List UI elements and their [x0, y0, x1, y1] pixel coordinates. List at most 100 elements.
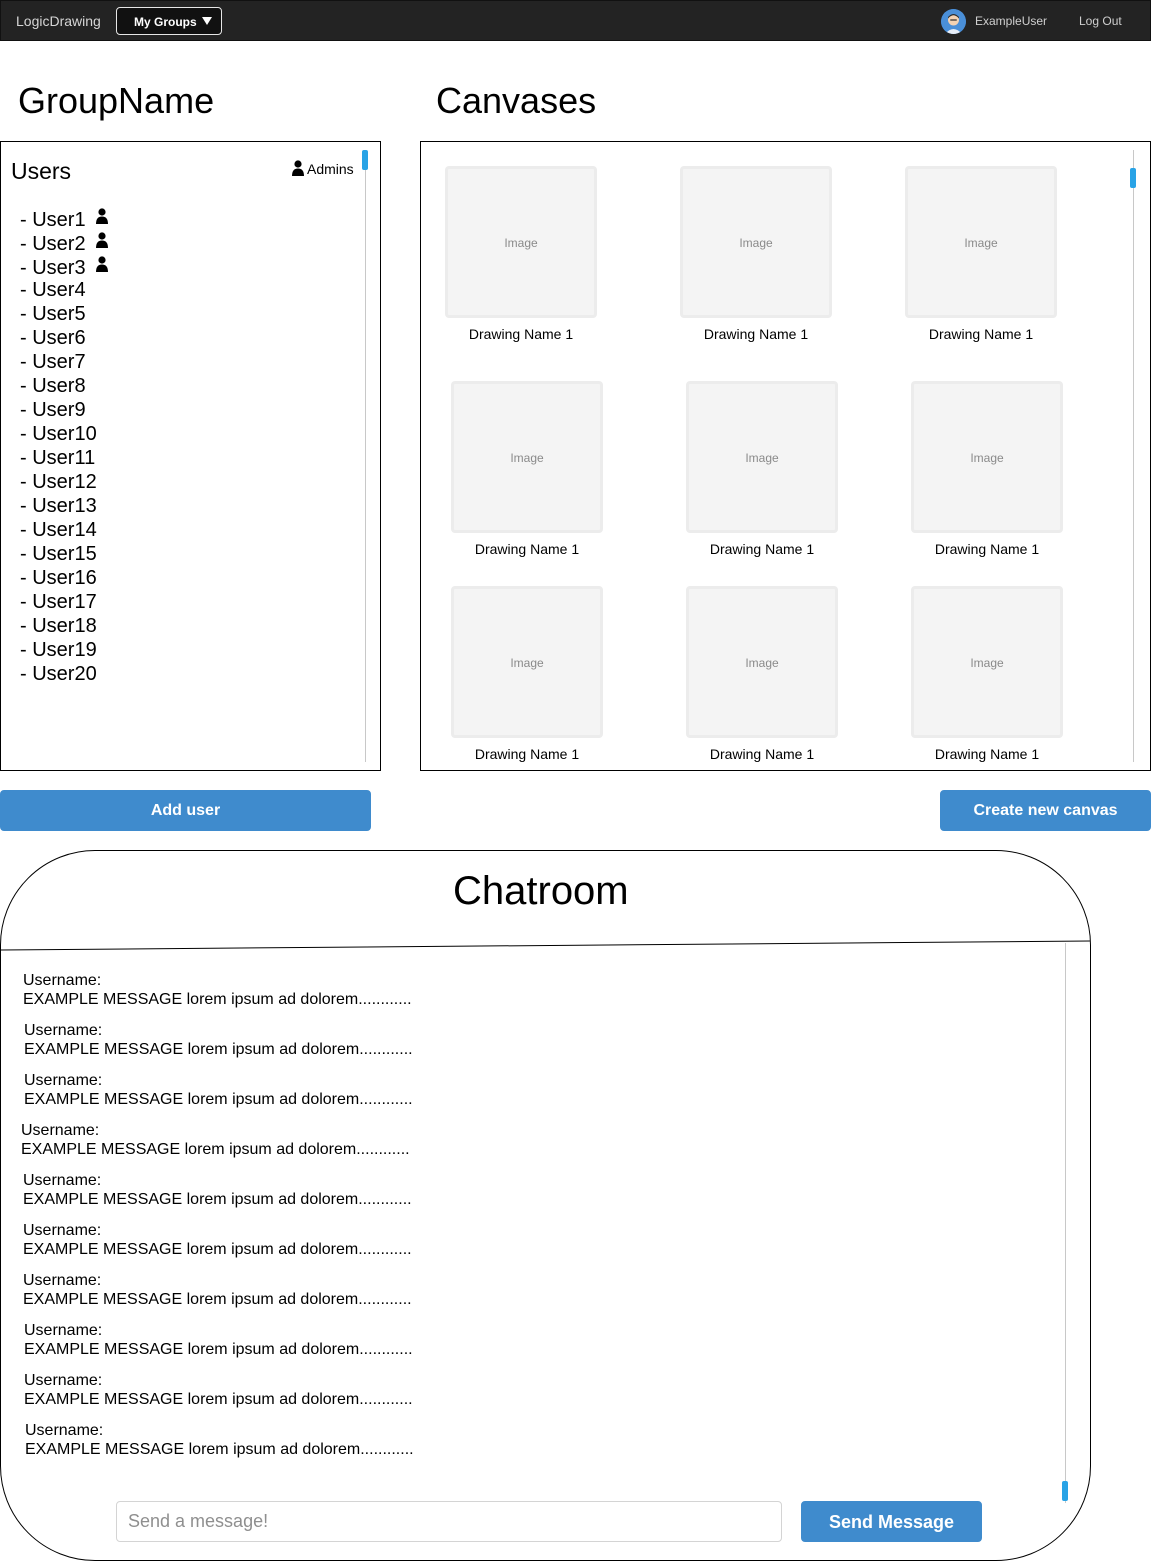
user-name: - User4: [20, 279, 86, 301]
canvases-scrollbar-track[interactable]: [1133, 150, 1134, 762]
user-name: - User16: [20, 567, 97, 589]
caret-down-icon: [202, 17, 212, 25]
message-text: EXAMPLE MESSAGE lorem ipsum ad dolorem..…: [23, 991, 412, 1008]
user-list-item[interactable]: - User10: [20, 422, 108, 446]
users-title: Users: [11, 158, 72, 184]
canvas-thumbnail[interactable]: Image: [905, 166, 1057, 318]
users-scrollbar-track[interactable]: [365, 150, 366, 762]
my-groups-label: My Groups: [134, 15, 197, 29]
canvas-thumbnail[interactable]: Image: [680, 166, 832, 318]
user-name: - User9: [20, 399, 86, 421]
user-name: - User20: [20, 663, 97, 685]
canvas-card[interactable]: Image Drawing Name 1: [451, 586, 603, 762]
user-name: - User3: [20, 257, 86, 279]
users-list: - User1- User2- User3- User4- User5- Use…: [20, 206, 108, 686]
image-placeholder-label: Image: [504, 236, 538, 250]
logout-button[interactable]: Log Out: [1079, 14, 1122, 28]
user-list-item[interactable]: - User2: [20, 230, 108, 255]
message-input[interactable]: [116, 1501, 782, 1542]
canvas-thumbnail[interactable]: Image: [911, 586, 1063, 738]
chat-message: Username: EXAMPLE MESSAGE lorem ipsum ad …: [25, 1421, 414, 1471]
canvas-card[interactable]: Image Drawing Name 1: [445, 166, 597, 342]
canvas-name: Drawing Name 1: [709, 746, 815, 762]
user-name: - User8: [20, 375, 86, 397]
users-scrollbar-thumb[interactable]: [362, 150, 368, 170]
admins-label: Admins: [307, 161, 354, 177]
image-placeholder-label: Image: [745, 656, 779, 670]
chatroom-divider: [1, 940, 1090, 951]
user-avatar-icon[interactable]: [941, 9, 966, 34]
user-list-item[interactable]: - User3: [20, 254, 108, 279]
canvas-card[interactable]: Image Drawing Name 1: [905, 166, 1057, 342]
chat-message: Username: EXAMPLE MESSAGE lorem ipsum ad …: [23, 1271, 414, 1321]
user-list-item[interactable]: - User13: [20, 494, 108, 518]
canvas-thumbnail[interactable]: Image: [686, 381, 838, 533]
message-text: EXAMPLE MESSAGE lorem ipsum ad dolorem..…: [24, 1091, 413, 1108]
user-list-item[interactable]: - User5: [20, 302, 108, 326]
image-placeholder-label: Image: [510, 451, 544, 465]
message-text: EXAMPLE MESSAGE lorem ipsum ad dolorem..…: [23, 1291, 412, 1308]
canvas-card[interactable]: Image Drawing Name 1: [911, 381, 1063, 557]
admin-person-icon: [95, 254, 108, 278]
canvas-thumbnail[interactable]: Image: [445, 166, 597, 318]
canvases-heading: Canvases: [436, 80, 597, 121]
message-text: EXAMPLE MESSAGE lorem ipsum ad dolorem..…: [24, 1391, 413, 1408]
message-list: Username: EXAMPLE MESSAGE lorem ipsum ad …: [21, 971, 414, 1471]
add-user-button[interactable]: Add user: [0, 790, 371, 831]
chat-scrollbar-track[interactable]: [1065, 943, 1066, 1503]
brand-logo[interactable]: LogicDrawing: [16, 13, 101, 29]
user-name: - User1: [20, 209, 86, 231]
message-username: Username:: [21, 1122, 100, 1139]
canvas-thumbnail[interactable]: Image: [686, 586, 838, 738]
current-username[interactable]: ExampleUser: [975, 14, 1047, 28]
user-list-item[interactable]: - User19: [20, 638, 108, 662]
message-username: Username:: [23, 972, 102, 989]
user-list-item[interactable]: - User12: [20, 470, 108, 494]
chat-message: Username: EXAMPLE MESSAGE lorem ipsum ad …: [24, 1371, 414, 1421]
user-list-item[interactable]: - User15: [20, 542, 108, 566]
message-text: EXAMPLE MESSAGE lorem ipsum ad dolorem..…: [23, 1241, 412, 1258]
canvas-name: Drawing Name 1: [928, 326, 1034, 342]
user-name: - User2: [20, 233, 86, 255]
canvas-thumbnail[interactable]: Image: [451, 586, 603, 738]
send-message-button[interactable]: Send Message: [801, 1501, 982, 1542]
user-list-item[interactable]: - User11: [20, 446, 108, 470]
user-list-item[interactable]: - User16: [20, 566, 108, 590]
user-list-item[interactable]: - User14: [20, 518, 108, 542]
user-list-item[interactable]: - User18: [20, 614, 108, 638]
canvas-card[interactable]: Image Drawing Name 1: [686, 586, 838, 762]
message-text: EXAMPLE MESSAGE lorem ipsum ad dolorem..…: [25, 1441, 414, 1458]
create-canvas-button[interactable]: Create new canvas: [940, 790, 1151, 831]
user-list-item[interactable]: - User8: [20, 374, 108, 398]
user-list-item[interactable]: - User9: [20, 398, 108, 422]
canvas-card[interactable]: Image Drawing Name 1: [451, 381, 603, 557]
canvas-name: Drawing Name 1: [703, 326, 809, 342]
chat-message: Username: EXAMPLE MESSAGE lorem ipsum ad …: [24, 1021, 414, 1071]
canvas-thumbnail[interactable]: Image: [911, 381, 1063, 533]
user-list-item[interactable]: - User1: [20, 206, 108, 231]
canvas-name: Drawing Name 1: [934, 541, 1040, 557]
person-icon: [292, 160, 304, 176]
user-list-item[interactable]: - User6: [20, 326, 108, 350]
canvas-name: Drawing Name 1: [709, 541, 815, 557]
user-name: - User14: [20, 519, 97, 541]
canvas-name: Drawing Name 1: [474, 541, 580, 557]
canvas-card[interactable]: Image Drawing Name 1: [686, 381, 838, 557]
image-placeholder-label: Image: [970, 656, 1004, 670]
user-list-item[interactable]: - User7: [20, 350, 108, 374]
canvas-thumbnail[interactable]: Image: [451, 381, 603, 533]
user-list-item[interactable]: - User20: [20, 662, 108, 686]
user-list-item[interactable]: - User17: [20, 590, 108, 614]
user-list-item[interactable]: - User4: [20, 278, 108, 302]
user-name: - User12: [20, 471, 97, 493]
chat-message: Username: EXAMPLE MESSAGE lorem ipsum ad …: [24, 1321, 414, 1371]
user-name: - User11: [20, 447, 96, 469]
message-username: Username:: [23, 1222, 102, 1239]
my-groups-dropdown[interactable]: My Groups: [116, 7, 222, 35]
canvases-scrollbar-thumb[interactable]: [1130, 168, 1136, 188]
canvas-card[interactable]: Image Drawing Name 1: [680, 166, 832, 342]
canvas-card[interactable]: Image Drawing Name 1: [911, 586, 1063, 762]
user-name: - User13: [20, 495, 97, 517]
chat-scrollbar-thumb[interactable]: [1062, 1481, 1068, 1501]
canvases-panel: Image Drawing Name 1 Image Drawing Name 1 Im…: [420, 141, 1151, 771]
